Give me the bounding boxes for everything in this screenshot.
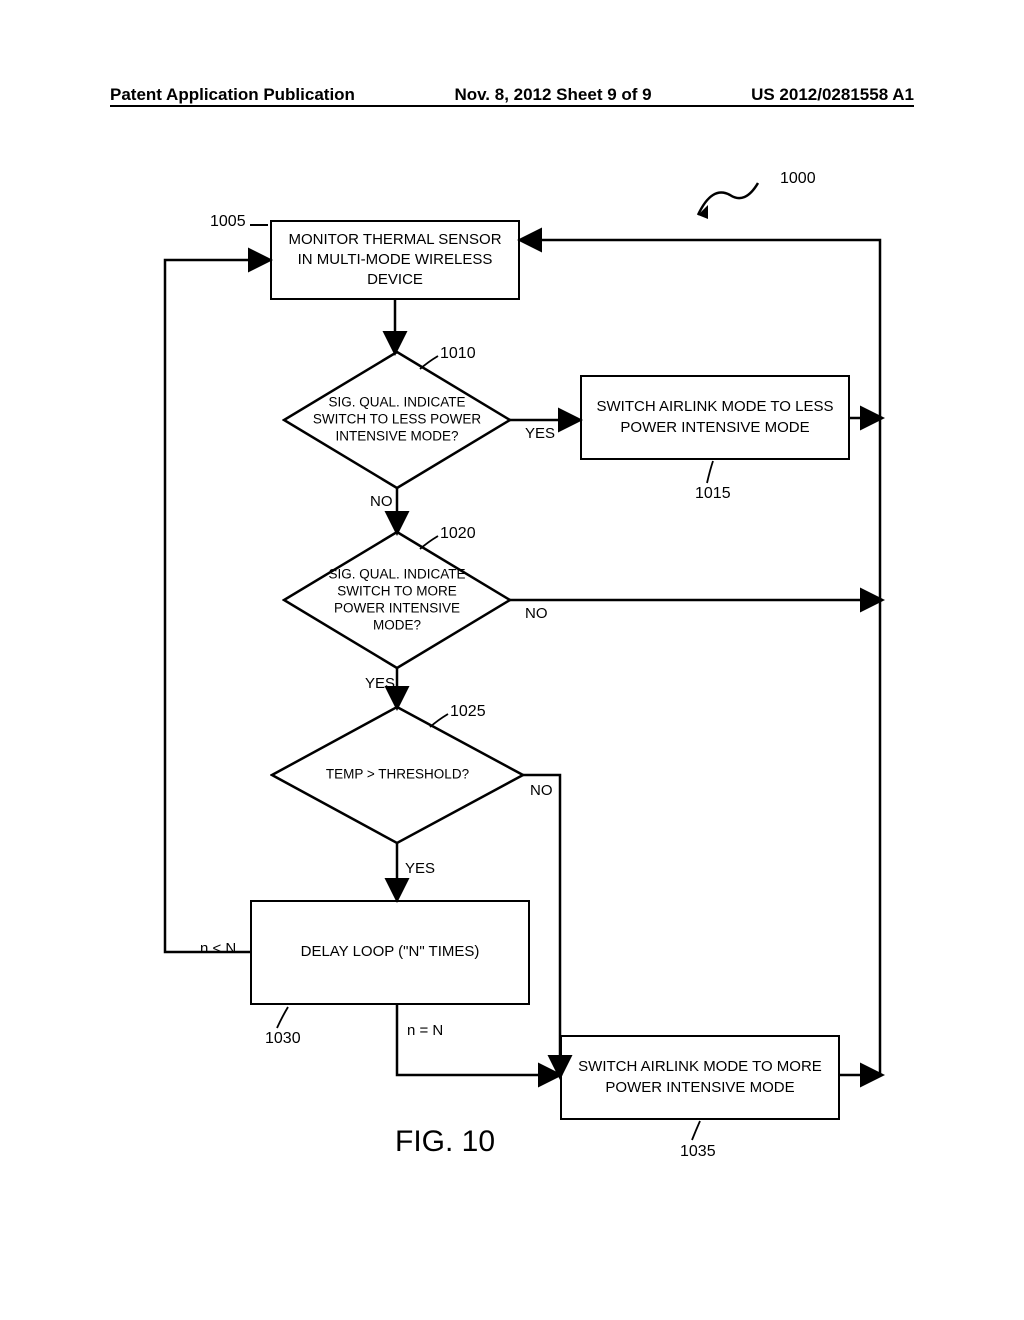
ref-1010: 1010 [440,345,476,363]
box-1030-text: DELAY LOOP ("N" TIMES) [301,942,480,962]
box-monitor-thermal: MONITOR THERMAL SENSOR IN MULTI-MODE WIR… [270,220,520,300]
box-switch-less: SWITCH AIRLINK MODE TO LESS POWER INTENS… [580,375,850,460]
figure-title: FIG. 10 [395,1125,495,1159]
ref-1005: 1005 [210,213,246,231]
box-1035-text: SWITCH AIRLINK MODE TO MORE POWER INTENS… [572,1057,828,1098]
label-neq: n = N [407,1022,443,1039]
label-yes-1020: YES [365,675,395,692]
box-delay-loop: DELAY LOOP ("N" TIMES) [250,900,530,1005]
header-left: Patent Application Publication [110,85,355,105]
label-no-1010: NO [370,493,393,510]
ref-1000: 1000 [780,170,816,188]
header-rule [110,105,914,107]
label-yes-1025: YES [405,860,435,877]
ref-1035: 1035 [680,1143,716,1161]
flowchart-diagram: 1000 MONITOR THERMAL SENSOR IN MULTI-MOD… [110,165,910,1265]
diamond-sig-more: SIG. QUAL. INDICATE SWITCH TO MORE POWER… [282,530,512,670]
diamond-1010-text: SIG. QUAL. INDICATE SWITCH TO LESS POWER… [312,395,482,446]
label-no-1025: NO [530,782,553,799]
header-right: US 2012/0281558 A1 [751,85,914,105]
box-1015-text: SWITCH AIRLINK MODE TO LESS POWER INTENS… [592,397,838,438]
header-center: Nov. 8, 2012 Sheet 9 of 9 [454,85,651,105]
diamond-1020-text: SIG. QUAL. INDICATE SWITCH TO MORE POWER… [312,566,482,634]
ref-1000-squiggle [690,175,780,225]
label-no-1020: NO [525,605,548,622]
diamond-1025-text: TEMP > THRESHOLD? [308,767,488,784]
ref-1030: 1030 [265,1030,301,1048]
label-nlt: n < N [200,940,236,957]
diamond-temp: TEMP > THRESHOLD? [270,705,525,845]
ref-1015: 1015 [695,485,731,503]
diamond-sig-less: SIG. QUAL. INDICATE SWITCH TO LESS POWER… [282,350,512,490]
box-1005-text: MONITOR THERMAL SENSOR IN MULTI-MODE WIR… [282,230,508,291]
ref-1025: 1025 [450,703,486,721]
box-switch-more: SWITCH AIRLINK MODE TO MORE POWER INTENS… [560,1035,840,1120]
ref-1020: 1020 [440,525,476,543]
label-yes-1010: YES [525,425,555,442]
